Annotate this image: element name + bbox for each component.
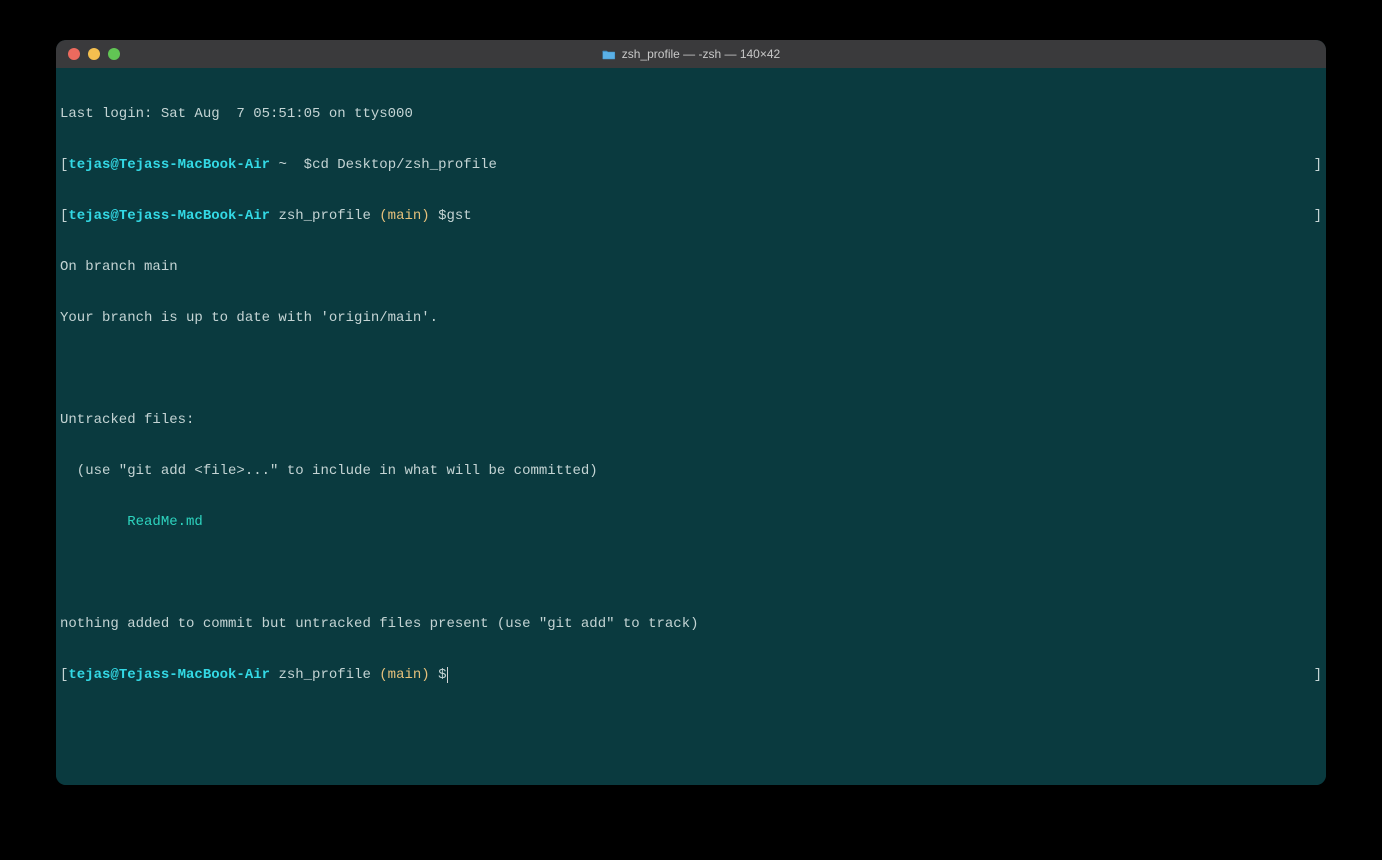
untracked-file-text: ReadMe.md <box>60 514 203 530</box>
untracked-file-line: ReadMe.md <box>60 514 1322 531</box>
window-title: zsh_profile — -zsh — 140×42 <box>622 47 780 61</box>
nothing-added-text: nothing added to commit but untracked fi… <box>60 616 699 632</box>
untracked-hint-line: (use "git add <file>..." to include in w… <box>60 463 1322 480</box>
untracked-header-line: Untracked files: <box>60 412 1322 429</box>
untracked-header-text: Untracked files: <box>60 412 194 428</box>
command-text: cd Desktop/zsh_profile <box>312 157 497 173</box>
up-to-date-text: Your branch is up to date with 'origin/m… <box>60 310 438 326</box>
bracket-close: ] <box>1314 208 1322 225</box>
bracket-close: ] <box>1314 157 1322 174</box>
blank-line <box>60 565 1322 582</box>
last-login-text: Last login: Sat Aug 7 05:51:05 on ttys00… <box>60 106 413 122</box>
git-branch: (main) <box>379 208 429 224</box>
maximize-button[interactable] <box>108 48 120 60</box>
terminal-content[interactable]: Last login: Sat Aug 7 05:51:05 on ttys00… <box>56 68 1326 785</box>
close-button[interactable] <box>68 48 80 60</box>
bracket-close: ] <box>1314 667 1322 684</box>
nothing-added-line: nothing added to commit but untracked fi… <box>60 616 1322 633</box>
cursor <box>447 667 448 683</box>
git-output-branch: On branch main <box>60 259 1322 276</box>
command-text: gst <box>447 208 472 224</box>
user-host: tejas@Tejass-MacBook-Air <box>68 667 270 683</box>
prompt-symbol: $ <box>430 667 447 683</box>
prompt-line-2: [tejas@Tejass-MacBook-Air zsh_profile (m… <box>60 208 1322 225</box>
folder-icon <box>602 49 616 60</box>
user-host: tejas@Tejass-MacBook-Air <box>68 157 270 173</box>
last-login-line: Last login: Sat Aug 7 05:51:05 on ttys00… <box>60 106 1322 123</box>
minimize-button[interactable] <box>88 48 100 60</box>
cwd-path: zsh_profile <box>270 208 379 224</box>
untracked-hint-text: (use "git add <file>..." to include in w… <box>60 463 598 479</box>
cwd-path: zsh_profile <box>270 667 379 683</box>
user-host: tejas@Tejass-MacBook-Air <box>68 208 270 224</box>
git-branch: (main) <box>379 667 429 683</box>
cwd-path: ~ <box>270 157 295 173</box>
prompt-symbol: $ <box>295 157 312 173</box>
terminal-window: zsh_profile — -zsh — 140×42 Last login: … <box>56 40 1326 785</box>
on-branch-text: On branch main <box>60 259 178 275</box>
window-titlebar: zsh_profile — -zsh — 140×42 <box>56 40 1326 68</box>
git-output-uptodate: Your branch is up to date with 'origin/m… <box>60 310 1322 327</box>
prompt-symbol: $ <box>430 208 447 224</box>
window-title-group: zsh_profile — -zsh — 140×42 <box>602 47 780 61</box>
traffic-lights <box>56 48 120 60</box>
prompt-line-1: [tejas@Tejass-MacBook-Air ~ $cd Desktop/… <box>60 157 1322 174</box>
blank-line <box>60 361 1322 378</box>
prompt-line-3: [tejas@Tejass-MacBook-Air zsh_profile (m… <box>60 667 1322 684</box>
